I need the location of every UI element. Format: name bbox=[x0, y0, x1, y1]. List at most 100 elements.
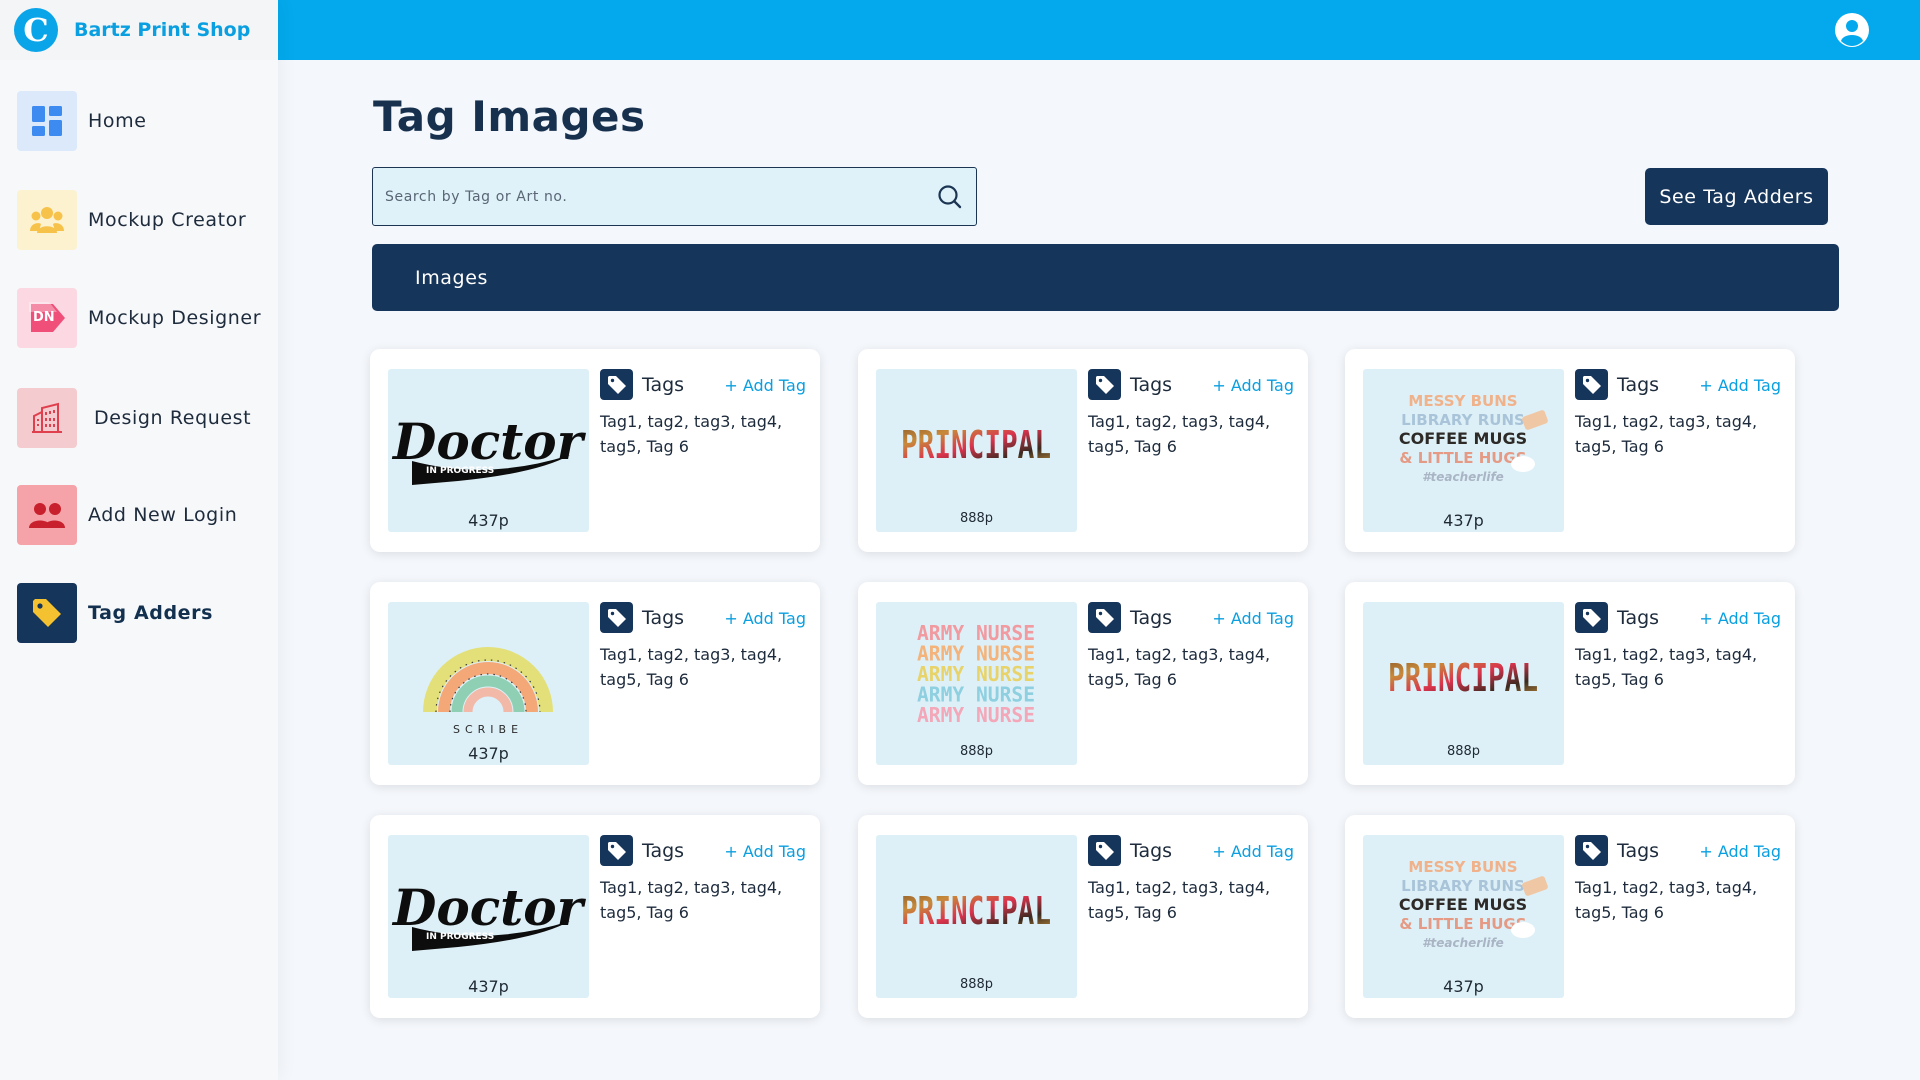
sidebar-item-design-request[interactable]: Design Request bbox=[17, 388, 251, 448]
art-number: 437p bbox=[468, 744, 509, 763]
design-thumbnail[interactable]: Doctor IN PROGRESS 437p bbox=[388, 835, 589, 998]
sidebar-item-tag-adders[interactable]: Tag Adders bbox=[17, 583, 213, 643]
sidebar-item-label: Add New Login bbox=[88, 504, 238, 526]
art-text-line: LIBRARY RUNS bbox=[1401, 877, 1525, 895]
art-heart-shape bbox=[1511, 922, 1535, 938]
tag-icon bbox=[1575, 835, 1608, 866]
art-text-line: #teacherlife bbox=[1422, 936, 1504, 950]
art-text-line: #teacherlife bbox=[1422, 470, 1504, 484]
tags-header: Tags bbox=[1088, 835, 1172, 866]
tags-label: Tags bbox=[1617, 839, 1660, 862]
tag-icon bbox=[600, 602, 633, 633]
tags-label: Tags bbox=[642, 606, 685, 629]
search-icon[interactable] bbox=[936, 183, 964, 211]
image-card: Doctor IN PROGRESS 437p Tags + Add Tag Tag1, … bbox=[370, 349, 820, 552]
add-tag-link[interactable]: + Add Tag bbox=[1699, 609, 1781, 628]
image-card: PRINCIPAL 888p Tags + Add Tag Tag1, tag2, ta… bbox=[1345, 582, 1795, 785]
user-circle-icon[interactable] bbox=[1834, 12, 1870, 48]
tag-list: Tag1, tag2, tag3, tag4, tag5, Tag 6 bbox=[1575, 645, 1758, 689]
art-number: 888p bbox=[959, 977, 994, 992]
tags-header: Tags bbox=[1575, 835, 1659, 866]
add-tag-link[interactable]: + Add Tag bbox=[724, 376, 806, 395]
art-subtext: IN PROGRESS bbox=[426, 932, 494, 942]
image-card: ARMY NURSE ARMY NURSE ARMY NURSE ARMY NURSE… bbox=[858, 582, 1308, 785]
tag-icon bbox=[600, 835, 633, 866]
image-card: MESSY BUNS LIBRARY RUNS COFFEE MUGS & LITTL… bbox=[1345, 815, 1795, 1018]
tag-icon bbox=[600, 369, 633, 400]
sidebar-item-home[interactable]: Home bbox=[17, 91, 147, 151]
tag-list: Tag1, tag2, tag3, tag4, tag5, Tag 6 bbox=[1575, 412, 1758, 456]
art-book-shape bbox=[1522, 876, 1548, 896]
tags-header: Tags bbox=[1088, 369, 1172, 400]
tag-icon bbox=[17, 583, 77, 643]
brand[interactable]: C Bartz Print Shop bbox=[0, 0, 278, 60]
designer-icon: DN bbox=[17, 288, 77, 348]
add-tag-link[interactable]: + Add Tag bbox=[1699, 842, 1781, 861]
add-tag-link[interactable]: + Add Tag bbox=[1212, 842, 1294, 861]
see-tag-adders-button[interactable]: See Tag Adders bbox=[1645, 168, 1828, 225]
tags-label: Tags bbox=[642, 373, 685, 396]
art-text: Doctor bbox=[391, 412, 587, 471]
art-text-line: & LITTLE HUGS bbox=[1399, 915, 1526, 933]
image-card: SCRIBE 437p Tags + Add Tag Tag1, tag2, tag3,… bbox=[370, 582, 820, 785]
tag-list: Tag1, tag2, tag3, tag4, tag5, Tag 6 bbox=[600, 645, 783, 689]
page-title: Tag Images bbox=[373, 92, 646, 141]
design-thumbnail[interactable]: PRINCIPAL 888p bbox=[1363, 602, 1564, 765]
image-card: MESSY BUNS LIBRARY RUNS COFFEE MUGS & LITTL… bbox=[1345, 349, 1795, 552]
tag-icon bbox=[1088, 835, 1121, 866]
art-number: 888p bbox=[959, 744, 994, 759]
tags-header: Tags bbox=[600, 369, 684, 400]
art-book-shape bbox=[1522, 410, 1548, 430]
tags-header: Tags bbox=[1575, 602, 1659, 633]
brand-name: Bartz Print Shop bbox=[74, 19, 251, 41]
building-icon bbox=[17, 388, 77, 448]
design-thumbnail[interactable]: PRINCIPAL 888p bbox=[876, 369, 1077, 532]
tags-label: Tags bbox=[1617, 373, 1660, 396]
design-thumbnail[interactable]: MESSY BUNS LIBRARY RUNS COFFEE MUGS & LITTL… bbox=[1363, 835, 1564, 998]
sidebar-item-mockup-creator[interactable]: Mockup Creator bbox=[17, 190, 246, 250]
tag-icon bbox=[1575, 369, 1608, 400]
dashboard-icon bbox=[17, 91, 77, 151]
tags-label: Tags bbox=[1617, 606, 1660, 629]
image-card: Doctor IN PROGRESS 437p Tags + Add Tag Tag1, … bbox=[370, 815, 820, 1018]
tags-label: Tags bbox=[1130, 839, 1173, 862]
sidebar-item-add-new-login[interactable]: Add New Login bbox=[17, 485, 237, 545]
art-text: PRINCIPAL bbox=[901, 423, 1051, 467]
search-input[interactable] bbox=[385, 188, 936, 205]
sidebar-item-mockup-designer[interactable]: DN Mockup Designer bbox=[17, 288, 261, 348]
add-users-icon bbox=[17, 485, 77, 545]
art-heart-shape bbox=[1511, 456, 1535, 472]
sidebar-item-label: Tag Adders bbox=[88, 602, 214, 624]
add-tag-link[interactable]: + Add Tag bbox=[1699, 376, 1781, 395]
tags-header: Tags bbox=[1088, 602, 1172, 633]
sidebar-item-label: Home bbox=[88, 110, 147, 132]
add-tag-link[interactable]: + Add Tag bbox=[724, 609, 806, 628]
add-tag-link[interactable]: + Add Tag bbox=[1212, 376, 1294, 395]
tags-header: Tags bbox=[600, 602, 684, 633]
art-text: PRINCIPAL bbox=[901, 889, 1051, 933]
art-subtext: IN PROGRESS bbox=[426, 466, 494, 476]
design-thumbnail[interactable]: SCRIBE 437p bbox=[388, 602, 589, 765]
sidebar-item-label: Design Request bbox=[94, 407, 252, 429]
tags-header: Tags bbox=[600, 835, 684, 866]
art-text: SCRIBE bbox=[453, 723, 523, 736]
art-number: 437p bbox=[468, 977, 509, 996]
design-thumbnail[interactable]: MESSY BUNS LIBRARY RUNS COFFEE MUGS & LITTL… bbox=[1363, 369, 1564, 532]
section-header-images: Images bbox=[372, 244, 1839, 311]
art-text: Doctor bbox=[391, 878, 587, 937]
tag-list: Tag1, tag2, tag3, tag4, tag5, Tag 6 bbox=[1575, 878, 1758, 922]
image-card: PRINCIPAL 888p Tags + Add Tag Tag1, tag2, ta… bbox=[858, 349, 1308, 552]
tag-icon bbox=[1088, 369, 1121, 400]
image-card: PRINCIPAL 888p Tags + Add Tag Tag1, tag2, ta… bbox=[858, 815, 1308, 1018]
art-number: 437p bbox=[1443, 511, 1484, 530]
design-thumbnail[interactable]: Doctor IN PROGRESS 437p bbox=[388, 369, 589, 532]
design-thumbnail[interactable]: ARMY NURSE ARMY NURSE ARMY NURSE ARMY NURSE… bbox=[876, 602, 1077, 765]
sidebar-item-label: Mockup Designer bbox=[88, 307, 262, 329]
add-tag-link[interactable]: + Add Tag bbox=[1212, 609, 1294, 628]
art-number: 888p bbox=[959, 511, 994, 526]
art-number: 888p bbox=[1446, 744, 1481, 759]
art-number: 437p bbox=[468, 511, 509, 530]
add-tag-link[interactable]: + Add Tag bbox=[724, 842, 806, 861]
design-thumbnail[interactable]: PRINCIPAL 888p bbox=[876, 835, 1077, 998]
tag-list: Tag1, tag2, tag3, tag4, tag5, Tag 6 bbox=[600, 878, 783, 922]
